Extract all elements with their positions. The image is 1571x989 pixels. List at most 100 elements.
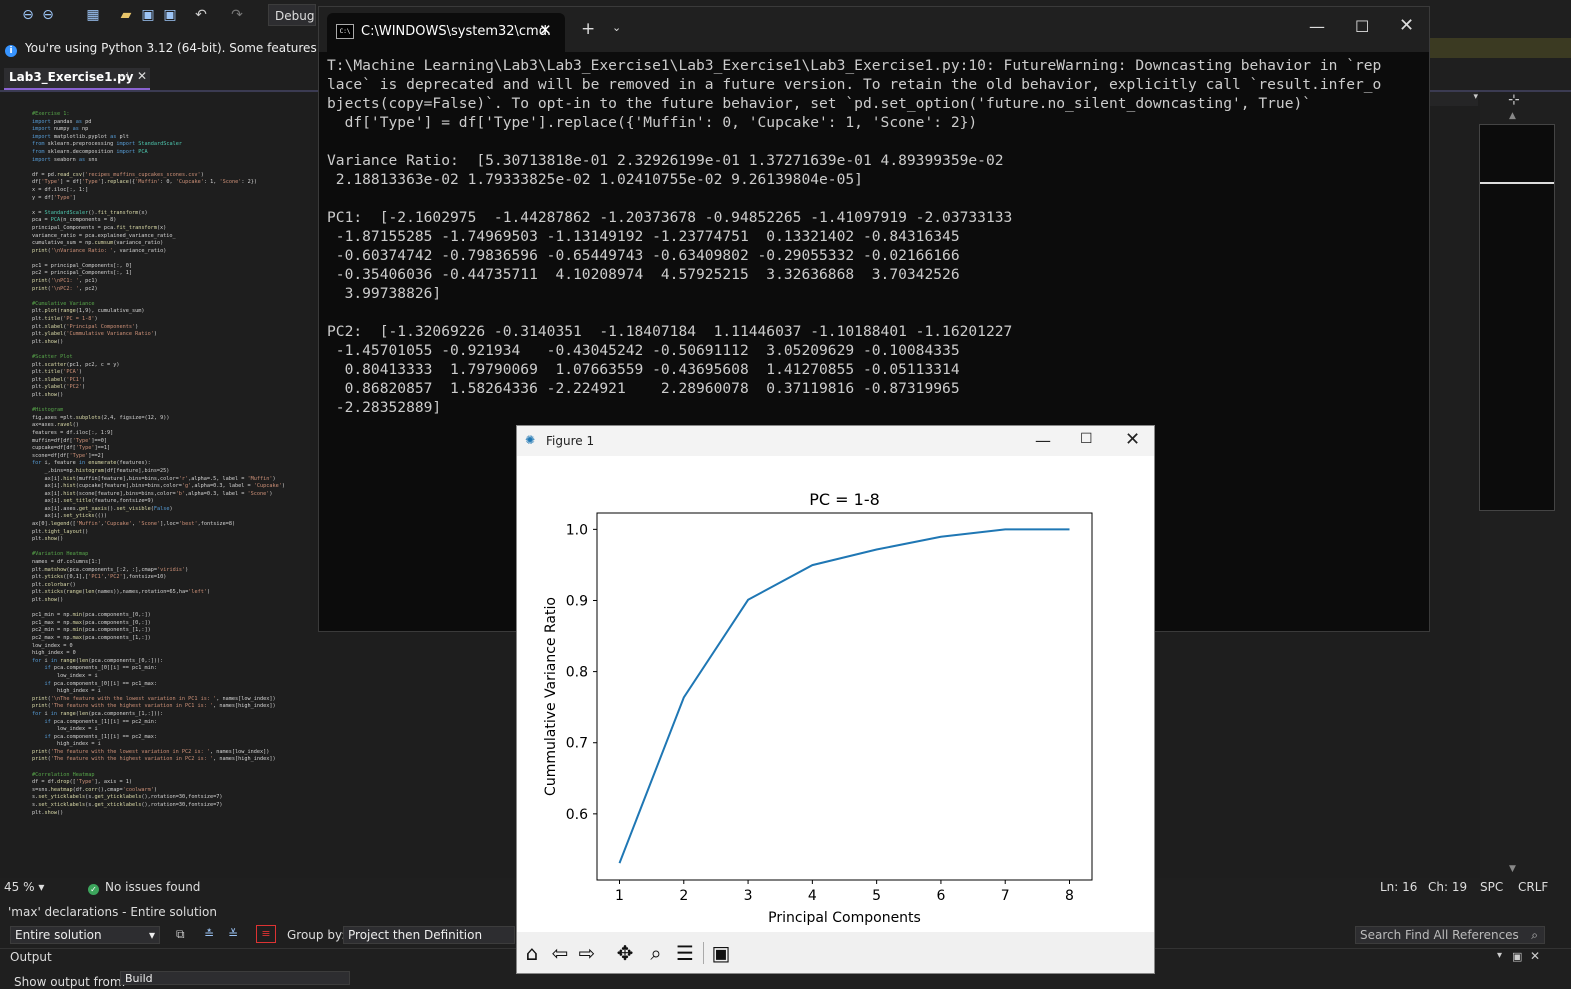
cmd-tab-title: C:\WINDOWS\system32\cmd. <box>361 24 551 39</box>
cmd-titlebar[interactable]: C:\ C:\WINDOWS\system32\cmd. ✕ + ⌄ — ☐ ✕ <box>319 7 1429 52</box>
minimize-icon[interactable]: — <box>1309 17 1325 36</box>
undo-icon[interactable]: ↶ <box>193 7 209 23</box>
figure-toolbar: ⌂ ⇦ ⇨ ✥ ⌕ ☰ ▣ <box>517 932 1154 973</box>
copy-icon[interactable]: ⧉ <box>176 927 185 942</box>
column-indicator[interactable]: Ch: 19 <box>1428 879 1467 895</box>
x-tick-label: 1 <box>615 888 624 904</box>
figure-title: Figure 1 <box>546 434 594 448</box>
x-tick-label: 2 <box>679 888 688 904</box>
line-ending-indicator[interactable]: CRLF <box>1518 879 1548 895</box>
document-tab-label: Lab3_Exercise1.py <box>9 70 134 84</box>
navigate-back-icon[interactable]: ⊖ <box>20 7 36 23</box>
info-bar: i You're using Python 3.12 (64-bit). Some… <box>0 38 320 58</box>
info-icon: i <box>5 45 17 57</box>
code-minimap[interactable] <box>1479 124 1555 511</box>
redo-icon[interactable]: ↷ <box>229 7 245 23</box>
console-line: 3.99738826] <box>327 285 441 302</box>
chevron-down-icon[interactable]: ⌄ <box>612 21 621 34</box>
zoom-level: 45 % <box>4 880 35 894</box>
group-by-value: Project then Definition <box>348 928 482 942</box>
prev-location-icon[interactable]: ≛ <box>204 927 214 941</box>
forward-icon[interactable]: ⇨ <box>574 940 600 966</box>
search-references-input[interactable]: Search Find All References⌕ <box>1355 926 1545 944</box>
code-text: #Exercise 1: import pandas as pd import … <box>32 111 285 817</box>
console-line: 2.18813363e-02 1.79333825e-02 1.02410755… <box>327 171 863 188</box>
output-source-value: Build <box>125 972 153 985</box>
line-indicator[interactable]: Ln: 16 <box>1380 879 1417 895</box>
matplotlib-figure-window[interactable]: ✺ Figure 1 — ☐ ✕ 123456780.60.70.80.91.0… <box>516 425 1155 974</box>
x-tick-label: 3 <box>744 888 753 904</box>
issues-indicator[interactable]: ✓No issues found <box>88 879 200 895</box>
figure-titlebar[interactable]: ✺ Figure 1 — ☐ ✕ <box>517 426 1154 456</box>
zoom-level-select[interactable]: 45 % ▾ <box>4 879 62 895</box>
maximize-panel-icon[interactable]: ▣ <box>1512 950 1522 963</box>
close-tab-icon[interactable]: ✕ <box>137 69 147 83</box>
console-line: 0.80413333 1.79790069 1.07663559 -0.4369… <box>327 361 960 378</box>
window-position-icon[interactable]: ▾ <box>1497 950 1502 961</box>
back-icon[interactable]: ⇦ <box>547 940 573 966</box>
maximize-icon[interactable]: ☐ <box>1080 431 1093 447</box>
close-panel-icon[interactable]: ✕ <box>1530 949 1540 963</box>
check-icon: ✓ <box>88 884 99 895</box>
group-by-label: Group by: <box>287 928 345 942</box>
console-line: 0.86820857 1.58264336 -2.224921 2.289600… <box>327 380 960 397</box>
x-tick-label: 6 <box>936 888 945 904</box>
solution-configuration-select[interactable]: Debug <box>268 4 316 26</box>
close-icon[interactable]: ✕ <box>1399 15 1414 36</box>
chart[interactable]: 123456780.60.70.80.91.0PC = 1-8Principal… <box>517 456 1154 932</box>
chevron-down-icon: ▾ <box>149 927 155 944</box>
minimize-icon[interactable]: — <box>1035 431 1051 450</box>
scroll-up-icon[interactable]: ▲ <box>1509 111 1516 121</box>
pin-icon[interactable]: ⊣ <box>119 70 129 83</box>
next-location-icon[interactable]: ≚ <box>228 927 238 941</box>
save-all-icon[interactable]: ▣ <box>162 7 178 23</box>
y-tick-label: 0.7 <box>566 736 588 752</box>
console-line: df['Type'] = df['Type'].replace({'Muffin… <box>327 114 977 131</box>
console-line: PC1: [-2.1602975 -1.44287862 -1.20373678… <box>327 209 1012 226</box>
console-line: PC2: [-1.32069226 -0.3140351 -1.18407184… <box>327 323 1012 340</box>
y-tick-label: 0.9 <box>566 593 588 609</box>
split-editor-icon[interactable]: ⊹ <box>1508 92 1520 108</box>
x-tick-label: 4 <box>808 888 817 904</box>
info-bar-tail <box>1428 38 1571 58</box>
scope-select[interactable]: Entire solution ▾ <box>10 926 160 944</box>
find-panel-title: 'max' declarations - Entire solution <box>8 905 217 919</box>
info-message: You're using Python 3.12 (64-bit). Some … <box>25 41 320 55</box>
console-output: T:\Machine Learning\Lab3\Lab3_Exercise1\… <box>327 56 1381 417</box>
close-icon[interactable]: ✕ <box>1125 429 1140 450</box>
zoom-icon[interactable]: ⌕ <box>643 940 669 966</box>
minimap-viewport[interactable] <box>1480 182 1554 184</box>
save-icon[interactable]: ▣ <box>140 7 156 23</box>
terminal-icon: C:\ <box>336 24 354 39</box>
document-tab[interactable]: Lab3_Exercise1.py ⊣ ✕ <box>4 68 150 90</box>
members-dropdown[interactable]: ▾ <box>1430 92 1478 106</box>
console-line: lace` is deprecated and will be removed … <box>327 76 1381 93</box>
console-line: bjects(copy=False)`. To opt-in to the fu… <box>327 95 1311 112</box>
x-tick-label: 7 <box>1001 888 1010 904</box>
configure-icon[interactable]: ☰ <box>672 940 698 966</box>
x-axis-label: Principal Components <box>768 910 921 926</box>
console-line: -1.87155285 -1.74969503 -1.13149192 -1.2… <box>327 228 960 245</box>
new-tab-icon[interactable]: + <box>581 19 595 39</box>
chart-title: PC = 1-8 <box>809 490 880 509</box>
home-icon[interactable]: ⌂ <box>519 940 545 966</box>
output-source-label: Show output from: <box>14 975 126 989</box>
y-axis-label: Cummulative Variance Ratio <box>543 597 559 796</box>
whitespace-indicator[interactable]: SPC <box>1480 879 1503 895</box>
y-tick-label: 0.6 <box>566 807 588 823</box>
cmd-tab[interactable]: C:\ C:\WINDOWS\system32\cmd. ✕ <box>327 13 565 52</box>
group-by-select[interactable]: Project then Definition <box>343 926 515 944</box>
close-tab-icon[interactable]: ✕ <box>539 21 552 39</box>
console-line: -0.35406036 -0.44735711 4.10208974 4.579… <box>327 266 960 283</box>
y-tick-label: 1.0 <box>566 522 588 538</box>
new-item-icon[interactable]: ▦ <box>85 7 101 23</box>
navigate-forward-icon[interactable]: ⊖ <box>40 7 56 23</box>
clear-filter-icon[interactable]: ≡ <box>256 925 276 943</box>
maximize-icon[interactable]: ☐ <box>1355 17 1369 36</box>
save-icon[interactable]: ▣ <box>708 940 734 966</box>
pan-icon[interactable]: ✥ <box>612 940 638 966</box>
scope-value: Entire solution <box>15 928 102 942</box>
open-folder-icon[interactable]: ▰ <box>118 7 134 23</box>
matplotlib-icon: ✺ <box>525 433 535 447</box>
scroll-down-icon[interactable]: ▼ <box>1509 864 1516 874</box>
